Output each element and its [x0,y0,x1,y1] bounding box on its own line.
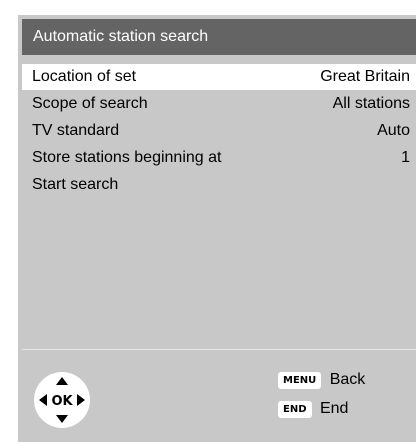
legend-back-label: Back [329,371,366,388]
menu-item-start-search[interactable]: Start search [22,172,416,198]
menu-item-label: Scope of search [32,95,148,112]
menu-item-label: Location of set [32,68,137,85]
station-search-panel: Automatic station search Location of set… [18,15,416,442]
page-title: Automatic station search [33,28,209,45]
menu-item-value: Great Britain [320,68,410,85]
menu-item-tv-standard[interactable]: TV standard Auto [22,118,416,144]
menu-item-store-stations[interactable]: Store stations beginning at 1 [22,145,416,171]
settings-menu: Location of set Great Britain Scope of s… [22,64,416,199]
menu-item-label: TV standard [32,122,120,139]
legend-back: MENU Back [278,371,365,389]
footer-divider [22,349,416,350]
menu-item-location-of-set[interactable]: Location of set Great Britain [22,64,416,90]
menu-item-label: Store stations beginning at [32,149,222,166]
menu-item-label: Start search [32,176,119,193]
ok-navigation-pad-icon: OK [34,372,90,428]
legend-end-label: End [319,400,349,417]
legend-end: END End [278,400,348,418]
menu-item-value [410,172,416,198]
menu-key-icon: MENU [278,371,322,389]
menu-item-value: Auto [377,122,410,139]
title-bar: Automatic station search [22,19,416,55]
menu-item-scope-of-search[interactable]: Scope of search All stations [22,91,416,117]
menu-item-value: 1 [401,149,410,166]
end-key-icon: END [278,400,312,418]
ok-label: OK [51,394,73,409]
menu-item-value: All stations [332,95,410,112]
